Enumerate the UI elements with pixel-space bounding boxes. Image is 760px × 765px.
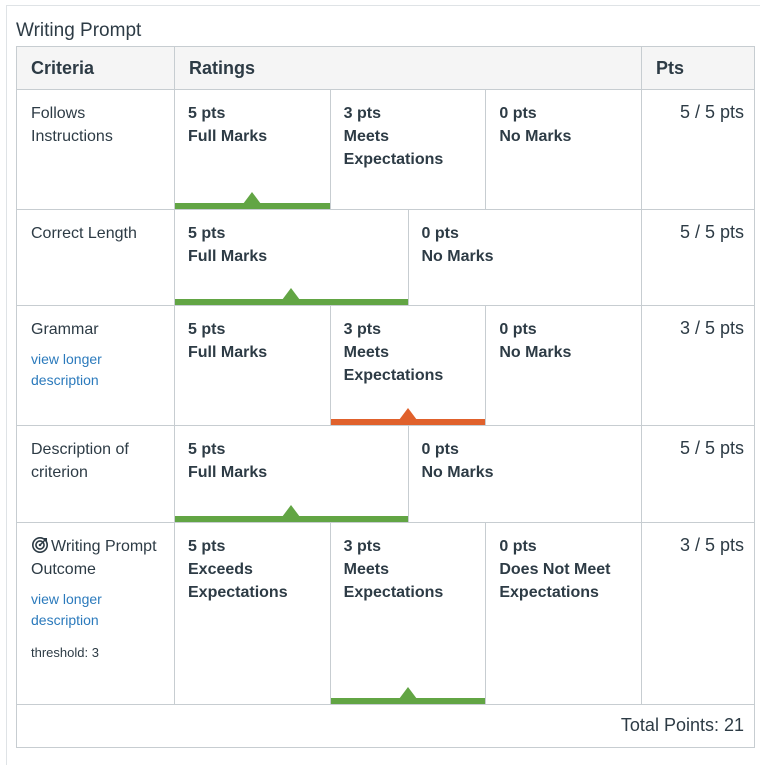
rating-option[interactable]: 0 pts No Marks — [407, 210, 642, 305]
ratings-cell: 5 pts Full Marks 3 pts Meets Expectation… — [174, 305, 642, 426]
criterion-row: Correct Length 5 pts Full Marks 0 pts No… — [16, 209, 755, 306]
rating-option[interactable]: 0 pts No Marks — [407, 426, 642, 522]
pts-header: Pts — [641, 46, 755, 90]
rating-option[interactable]: 0 pts No Marks — [485, 306, 641, 425]
rating-label: No Marks — [499, 344, 572, 361]
rubric-table: Criteria Ratings Pts Follows Instruction… — [16, 46, 755, 748]
rating-label: No Marks — [499, 128, 572, 145]
rating-points: 5 pts — [188, 105, 226, 122]
criterion-name: Writing Prompt Outcome — [31, 538, 157, 578]
rating-points: 0 pts — [499, 321, 537, 338]
ratings-cell: 5 pts Full Marks 3 pts Meets Expectation… — [174, 89, 642, 210]
rating-label: Meets Expectations — [343, 344, 444, 384]
rating-label: No Marks — [421, 248, 494, 265]
rating-points: 5 pts — [188, 225, 226, 242]
header-row: Criteria Ratings Pts — [16, 46, 755, 90]
rating-option[interactable]: 5 pts Full Marks — [175, 90, 330, 209]
rating-option[interactable]: 5 pts Exceeds Expectations — [175, 523, 330, 704]
rating-label: Meets Expectations — [343, 128, 444, 168]
ratings-cell: 5 pts Exceeds Expectations 3 pts Meets E… — [174, 522, 642, 705]
rating-label: Full Marks — [188, 248, 268, 265]
rubric-title: Writing Prompt — [16, 20, 142, 41]
rating-label: Meets Expectations — [343, 561, 444, 601]
rating-option[interactable]: 3 pts Meets Expectations — [329, 306, 486, 425]
criterion-cell: Grammar view longer description — [16, 305, 175, 426]
criterion-cell: Follows Instructions — [16, 89, 175, 210]
rating-label: Exceeds Expectations — [188, 561, 288, 601]
rating-points: 0 pts — [499, 538, 537, 555]
selected-bar — [175, 299, 408, 305]
criterion-row: Grammar view longer description 5 pts Fu… — [16, 305, 755, 426]
criterion-row: Writing Prompt Outcome view longer descr… — [16, 522, 755, 705]
selected-bar — [330, 698, 486, 704]
rating-points: 0 pts — [499, 105, 537, 122]
rating-points: 0 pts — [421, 441, 459, 458]
criterion-row: Description of criterion 5 pts Full Mark… — [16, 425, 755, 523]
target-icon — [31, 536, 49, 554]
criterion-points: 5 / 5 pts — [641, 89, 755, 210]
rating-label: Full Marks — [188, 464, 268, 481]
view-longer-description-link[interactable]: view longer description — [31, 589, 121, 631]
criterion-cell: Correct Length — [16, 209, 175, 306]
criterion-points: 3 / 5 pts — [641, 522, 755, 705]
rating-option[interactable]: 3 pts Meets Expectations — [329, 523, 486, 704]
criterion-cell: Writing Prompt Outcome view longer descr… — [16, 522, 175, 705]
criterion-name: Grammar — [31, 321, 99, 338]
criterion-name: Correct Length — [31, 225, 137, 242]
ratings-cell: 5 pts Full Marks 0 pts No Marks — [174, 209, 642, 306]
criterion-name: Follows Instructions — [31, 105, 113, 145]
criteria-header: Criteria — [16, 46, 175, 90]
rating-option[interactable]: 5 pts Full Marks — [175, 426, 408, 522]
rating-points: 5 pts — [188, 441, 226, 458]
selected-bar — [330, 419, 486, 425]
rating-points: 5 pts — [188, 538, 226, 555]
rating-option[interactable]: 0 pts Does Not Meet Expectations — [485, 523, 641, 704]
total-row: Total Points: 21 — [16, 704, 755, 748]
outcome-criterion: Writing Prompt Outcome — [31, 535, 166, 581]
selected-bar — [175, 516, 408, 522]
view-longer-description-link[interactable]: view longer description — [31, 349, 121, 391]
rating-points: 3 pts — [343, 538, 382, 555]
criterion-points: 5 / 5 pts — [641, 209, 755, 306]
ratings-cell: 5 pts Full Marks 0 pts No Marks — [174, 425, 642, 523]
rating-option[interactable]: 5 pts Full Marks — [175, 306, 330, 425]
rating-label: Does Not Meet Expectations — [499, 561, 611, 601]
rating-points: 0 pts — [421, 225, 459, 242]
rating-option[interactable]: 0 pts No Marks — [485, 90, 641, 209]
selected-bar — [175, 203, 330, 209]
criterion-points: 5 / 5 pts — [641, 425, 755, 523]
rating-label: Full Marks — [188, 344, 268, 361]
rating-label: No Marks — [421, 464, 494, 481]
total-points: Total Points: 21 — [16, 704, 755, 748]
rating-points: 5 pts — [188, 321, 226, 338]
rating-points: 3 pts — [343, 321, 382, 338]
rating-option[interactable]: 3 pts Meets Expectations — [329, 90, 486, 209]
rating-points: 3 pts — [343, 105, 382, 122]
criterion-name: Description of criterion — [31, 441, 129, 481]
rating-label: Full Marks — [188, 128, 268, 145]
criterion-cell: Description of criterion — [16, 425, 175, 523]
criterion-points: 3 / 5 pts — [641, 305, 755, 426]
criterion-row: Follows Instructions 5 pts Full Marks 3 … — [16, 89, 755, 210]
threshold-label: threshold: 3 — [31, 645, 99, 660]
rating-option[interactable]: 5 pts Full Marks — [175, 210, 408, 305]
ratings-header: Ratings — [174, 46, 642, 90]
